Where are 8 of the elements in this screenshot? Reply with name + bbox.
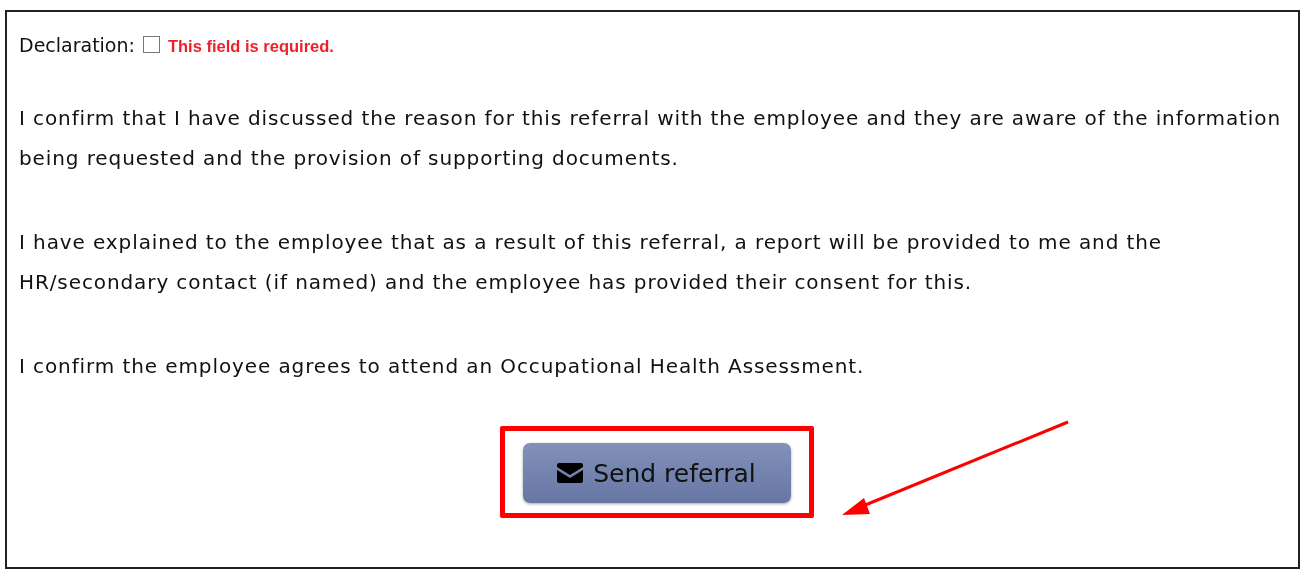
declaration-paragraph: I have explained to the employee that as a result of this referral, a report will be provided to me and the HR/secondary contact (if named) and the employee has provided their consent for this. [19, 229, 1163, 296]
envelope-icon [557, 463, 584, 483]
declaration-paragraph: I confirm the employee agrees to attend an Occupational Health Assessment. [19, 353, 866, 380]
declaration-label: Declaration: [19, 34, 135, 56]
send-referral-button[interactable]: Send referral [522, 443, 791, 503]
declaration-paragraph: I confirm that I have discussed the reason for this referral with the employee and they are aware of the information being requested and the provision of supporting documents. [19, 105, 1282, 172]
declaration-checkbox[interactable] [142, 36, 160, 53]
error-message: This field is required. [167, 37, 334, 56]
